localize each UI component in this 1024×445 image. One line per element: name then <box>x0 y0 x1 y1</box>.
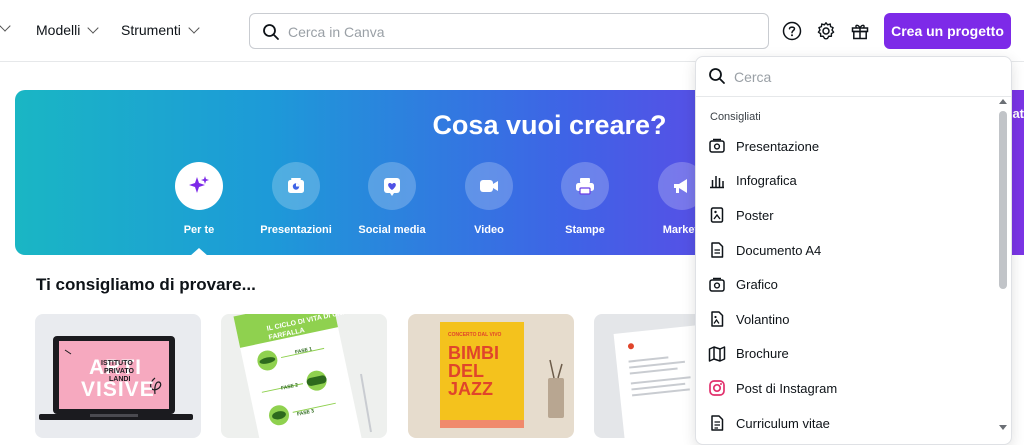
dropdown-item-label: Documento A4 <box>736 242 822 258</box>
dropdown-item-poster[interactable]: Poster <box>696 198 996 233</box>
dropdown-item-documento-a4[interactable]: Documento A4 <box>696 233 996 268</box>
printer-icon <box>561 162 609 210</box>
dropdown-scrollbar[interactable] <box>997 97 1009 444</box>
top-navigation-bar: Modelli Strumenti Crea un progetto <box>0 0 1024 62</box>
sparkle-icon <box>175 162 223 210</box>
card-text-del: DEL <box>448 361 484 381</box>
dropdown-item-curriculum[interactable]: Curriculum vitae <box>696 406 996 441</box>
presentation-icon <box>272 162 320 210</box>
card-text-bimbi: BIMBI <box>448 343 499 363</box>
dropdown-item-label: Presentazione <box>736 138 820 154</box>
search-icon <box>262 23 280 46</box>
poster-icon <box>708 206 726 224</box>
card-text-privato: PRIVATO <box>104 368 134 375</box>
create-design-button[interactable]: Crea un progetto <box>884 13 1011 49</box>
nav-item-label: Strumenti <box>121 22 181 38</box>
nav-item-strumenti[interactable]: Strumenti <box>121 22 200 38</box>
dropdown-search-bar[interactable] <box>696 57 1011 97</box>
dropdown-item-post-instagram[interactable]: Post di Instagram <box>696 371 996 406</box>
card-text-istituto: ISTITUTO <box>101 360 133 367</box>
search-input[interactable] <box>288 21 748 43</box>
map-icon <box>708 345 726 363</box>
gift-icon[interactable] <box>848 19 872 43</box>
presentation-icon <box>708 137 726 155</box>
scroll-up-arrow-icon[interactable] <box>999 99 1007 104</box>
dropdown-item-label: Infografica <box>736 173 797 189</box>
bar-chart-icon <box>708 172 726 190</box>
template-card[interactable]: CONCERTO DAL VIVO BIMBI DEL JAZZ <box>408 314 574 438</box>
scroll-down-arrow-icon[interactable] <box>999 425 1007 430</box>
scrollbar-thumb[interactable] <box>999 111 1007 289</box>
category-label: Per te <box>183 224 215 236</box>
create-design-dropdown: Consigliati Presentazione Infografica Po… <box>695 56 1012 445</box>
card-text-kicker: CONCERTO DAL VIVO <box>448 332 502 338</box>
gear-icon[interactable] <box>814 19 838 43</box>
dropdown-item-volantino[interactable]: Volantino <box>696 302 996 337</box>
dropdown-item-infografica[interactable]: Infografica <box>696 164 996 199</box>
resume-icon <box>708 414 726 432</box>
section-title: Ti consigliamo di provare... <box>36 275 256 294</box>
category-presentazioni[interactable]: Presentazioni <box>251 162 341 236</box>
category-label: Video <box>474 224 504 236</box>
dropdown-list: Presentazione Infografica Poster Documen… <box>696 129 996 440</box>
nav-item-modelli[interactable]: Modelli <box>36 22 100 38</box>
instagram-icon <box>708 379 726 397</box>
category-label: Stampe <box>565 224 605 236</box>
category-stampe[interactable]: Stampe <box>540 162 630 236</box>
category-label: Presentazioni <box>260 224 332 236</box>
category-video[interactable]: Video <box>444 162 534 236</box>
video-icon <box>465 162 513 210</box>
template-card[interactable]: IL CICLO DI VITA DI UNA FARFALLA FASE 1 … <box>221 314 387 438</box>
chart-icon <box>708 276 726 294</box>
category-per-te[interactable]: Per te <box>154 162 244 236</box>
dropdown-item-presentazione[interactable]: Presentazione <box>696 129 996 164</box>
dropdown-item-grafico[interactable]: Grafico <box>696 267 996 302</box>
main-search-bar[interactable] <box>249 13 769 49</box>
help-icon[interactable] <box>780 19 804 43</box>
dropdown-section-label: Consigliati <box>710 111 761 123</box>
active-category-indicator <box>190 248 208 256</box>
dropdown-item-label: Curriculum vitae <box>736 415 830 431</box>
dropdown-item-brochure[interactable]: Brochure <box>696 337 996 372</box>
chevron-down-icon[interactable] <box>0 20 11 32</box>
dropdown-item-label: Post di Instagram <box>736 380 838 396</box>
dropdown-item-label: Volantino <box>736 311 790 327</box>
category-social-media[interactable]: Social media <box>347 162 437 236</box>
dropdown-item-label: Brochure <box>736 346 789 362</box>
dropdown-item-label: Grafico <box>736 277 778 293</box>
chevron-down-icon <box>87 22 100 34</box>
chevron-down-icon <box>188 22 200 34</box>
heart-icon <box>368 162 416 210</box>
category-label: Social media <box>358 224 426 236</box>
card-text-landi: LANDI <box>109 376 131 383</box>
flyer-icon <box>708 310 726 328</box>
search-icon <box>708 67 726 90</box>
card-text-jazz: JAZZ <box>448 379 493 399</box>
dropdown-search-input[interactable] <box>734 66 984 88</box>
nav-item-label: Modelli <box>36 22 81 38</box>
template-card[interactable]: ARTI VISIVE ISTITUTO PRIVATO LANDI <box>35 314 201 438</box>
document-icon <box>708 241 726 259</box>
dropdown-item-label: Poster <box>736 207 774 223</box>
